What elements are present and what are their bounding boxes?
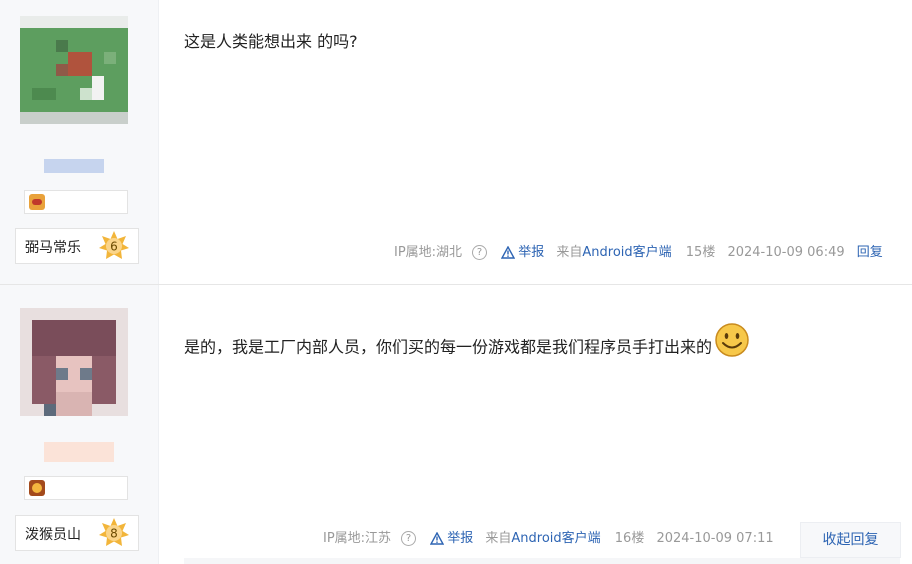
level-name: 泼猴员山: [25, 527, 81, 543]
game-badge-icon: [29, 194, 45, 210]
warning-icon: [501, 246, 516, 259]
level-badge[interactable]: 弼马常乐 6: [15, 228, 139, 264]
report-label: 举报: [518, 245, 545, 260]
help-icon[interactable]: ?: [472, 245, 488, 260]
level-number: 8: [110, 527, 118, 541]
badge-row: [24, 476, 128, 500]
floor-number: 16楼: [614, 531, 645, 546]
report-label: 举报: [447, 531, 474, 546]
warning-icon: [430, 532, 445, 545]
ip-location: IP属地:江苏: [323, 531, 392, 546]
ip-location: IP属地:湖北: [394, 245, 463, 260]
reply-button[interactable]: 回复: [857, 245, 883, 260]
report-link[interactable]: 举报: [430, 531, 473, 546]
post-meta: IP属地:江苏? 举报 来自Android客户端 16楼 2024-10-09 …: [323, 529, 782, 549]
reply-area: [184, 558, 900, 564]
client-source: 来自Android客户端: [556, 245, 671, 260]
level-number: 6: [110, 240, 118, 254]
smile-emoji-icon: [715, 323, 749, 357]
level-star-icon: 8: [99, 518, 129, 546]
author-sidebar: 泼猴员山 8: [0, 285, 159, 564]
report-link[interactable]: 举报: [501, 245, 544, 260]
post-content: 是的，我是工厂内部人员，你们买的每一份游戏都是我们程序员手打出来的: [184, 323, 750, 366]
post-content: 这是人类能想出来 的吗?: [184, 32, 358, 51]
client-link[interactable]: Android客户端: [582, 245, 671, 260]
collapse-replies-button[interactable]: 收起回复: [800, 522, 901, 558]
post-floor-16: 泼猴员山 8 是的，我是工厂内部人员，你们买的每一份游戏都是我们程序员手打出来的…: [0, 285, 912, 564]
post-floor-15: 弼马常乐 6 这是人类能想出来 的吗? IP属地:湖北? 举报 来自Androi…: [0, 0, 912, 284]
post-meta: IP属地:湖北? 举报 来自Android客户端 15楼 2024-10-09 …: [394, 243, 891, 263]
from-prefix: 来自: [485, 531, 512, 546]
level-badge[interactable]: 泼猴员山 8: [15, 515, 139, 551]
client-source: 来自Android客户端: [485, 531, 600, 546]
level-name: 弼马常乐: [25, 240, 81, 256]
username-blurred[interactable]: [44, 159, 104, 173]
badge-row: [24, 190, 128, 214]
author-sidebar: 弼马常乐 6: [0, 0, 159, 284]
username-blurred[interactable]: [44, 442, 114, 462]
post-time: 2024-10-09 06:49: [727, 245, 845, 260]
client-link[interactable]: Android客户端: [511, 531, 600, 546]
help-icon[interactable]: ?: [401, 531, 417, 546]
from-prefix: 来自: [556, 245, 583, 260]
level-star-icon: 6: [99, 231, 129, 259]
post-time: 2024-10-09 07:11: [656, 531, 774, 546]
post-text: 是的，我是工厂内部人员，你们买的每一份游戏都是我们程序员手打出来的: [184, 337, 713, 357]
floor-number: 15楼: [685, 245, 716, 260]
avatar[interactable]: [20, 308, 128, 416]
medal-badge-icon: [29, 480, 45, 496]
avatar[interactable]: [20, 16, 128, 124]
